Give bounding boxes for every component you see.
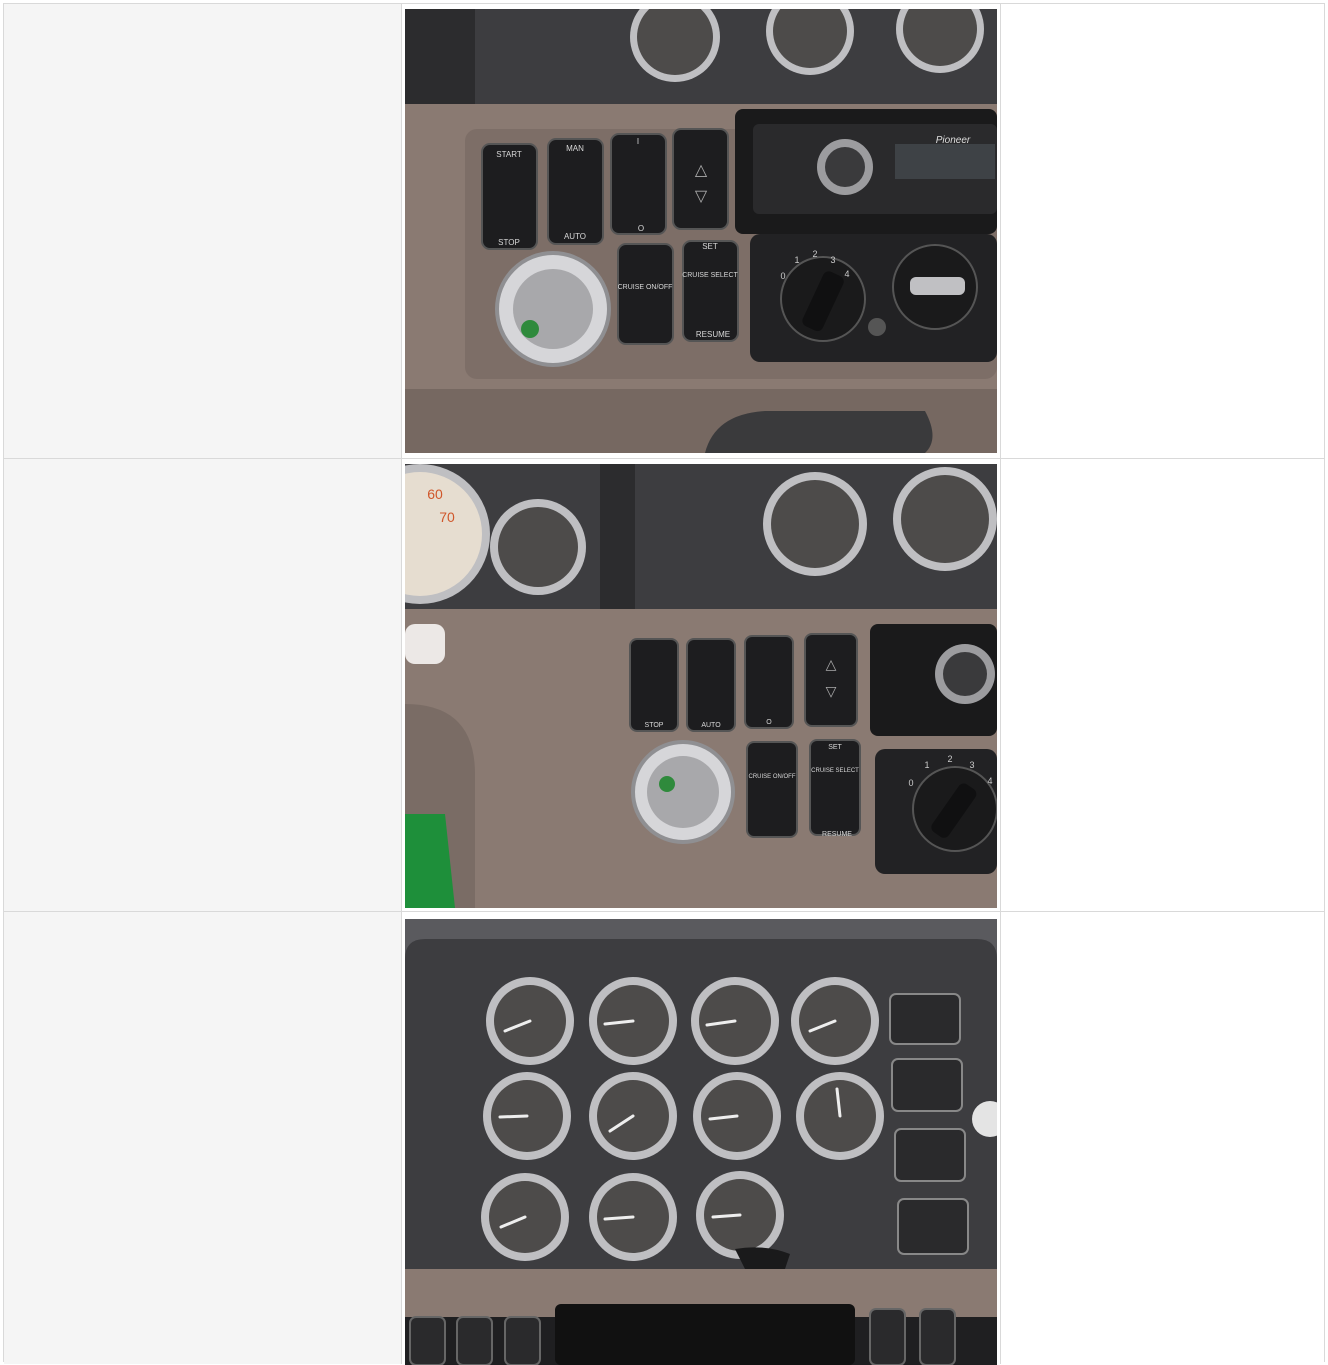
svg-text:▽: ▽ [826, 683, 837, 699]
switch-label-auto: AUTO [564, 232, 586, 241]
fan-number-2: 2 [947, 754, 952, 764]
fan-number-0: 0 [780, 271, 785, 281]
photo-illustration: 60 70 STOP AUTO O CRUISE ON/OFF CRUISE S… [405, 464, 997, 908]
svg-text:▽: ▽ [695, 188, 708, 205]
photo-illustration [405, 919, 997, 1365]
cruise-select-label: CRUISE SELECT [811, 768, 859, 774]
resume-label: RESUME [696, 330, 730, 339]
table-cell-empty [4, 4, 402, 458]
table-cell-empty [1000, 912, 1324, 1364]
switch-label-o: O [766, 719, 772, 726]
fan-number-1: 1 [794, 255, 799, 265]
table-cell-empty [4, 912, 402, 1364]
switch-label-auto: AUTO [701, 722, 721, 729]
switch-label-stop: STOP [645, 722, 664, 729]
dashboard-switch-panel-photo[interactable]: START MAN I STOP AUTO O CRUISE ON/OFF CR… [405, 9, 997, 453]
photo-table: START MAN I STOP AUTO O CRUISE ON/OFF CR… [3, 3, 1325, 1365]
table-cell-empty [4, 459, 402, 911]
switch-label-start: START [496, 150, 522, 159]
table-row: 60 70 STOP AUTO O CRUISE ON/OFF CRUISE S… [4, 459, 1324, 912]
fan-number-3: 3 [830, 255, 835, 265]
fan-number-3: 3 [969, 760, 974, 770]
table-row [4, 912, 1324, 1365]
cruise-select-label: CRUISE SELECT [682, 272, 738, 279]
cruise-onoff-label: CRUISE ON/OFF [618, 284, 673, 291]
fan-number-2: 2 [812, 249, 817, 259]
fan-number-0: 0 [908, 778, 913, 788]
switch-label-o: O [638, 224, 644, 233]
table-cell-photo: 60 70 STOP AUTO O CRUISE ON/OFF CRUISE S… [402, 459, 1000, 911]
switch-label-man: MAN [566, 144, 584, 153]
dashboard-gauge-cluster-photo[interactable] [405, 919, 997, 1365]
speedo-number-60: 60 [427, 486, 443, 502]
switch-label-i: I [637, 137, 639, 146]
table-cell-empty [1000, 4, 1324, 458]
cruise-onoff-label: CRUISE ON/OFF [748, 774, 795, 780]
table-cell-photo: START MAN I STOP AUTO O CRUISE ON/OFF CR… [402, 4, 1000, 458]
switch-label-stop: STOP [498, 238, 520, 247]
fan-number-4: 4 [987, 776, 992, 786]
svg-text:△: △ [695, 162, 708, 179]
dashboard-cruise-control-photo[interactable]: 60 70 STOP AUTO O CRUISE ON/OFF CRUISE S… [405, 464, 997, 908]
radio-brand-label: Pioneer [936, 135, 971, 146]
resume-label: RESUME [822, 831, 852, 838]
fan-number-1: 1 [924, 760, 929, 770]
fan-number-4: 4 [844, 269, 849, 279]
svg-text:△: △ [826, 656, 837, 672]
speedo-number-70: 70 [439, 509, 455, 525]
photo-illustration: START MAN I STOP AUTO O CRUISE ON/OFF CR… [405, 9, 997, 453]
table-cell-empty [1000, 459, 1324, 911]
set-label: SET [828, 744, 842, 751]
table-row: START MAN I STOP AUTO O CRUISE ON/OFF CR… [4, 4, 1324, 459]
table-cell-photo [402, 912, 1000, 1365]
set-label: SET [702, 242, 718, 251]
